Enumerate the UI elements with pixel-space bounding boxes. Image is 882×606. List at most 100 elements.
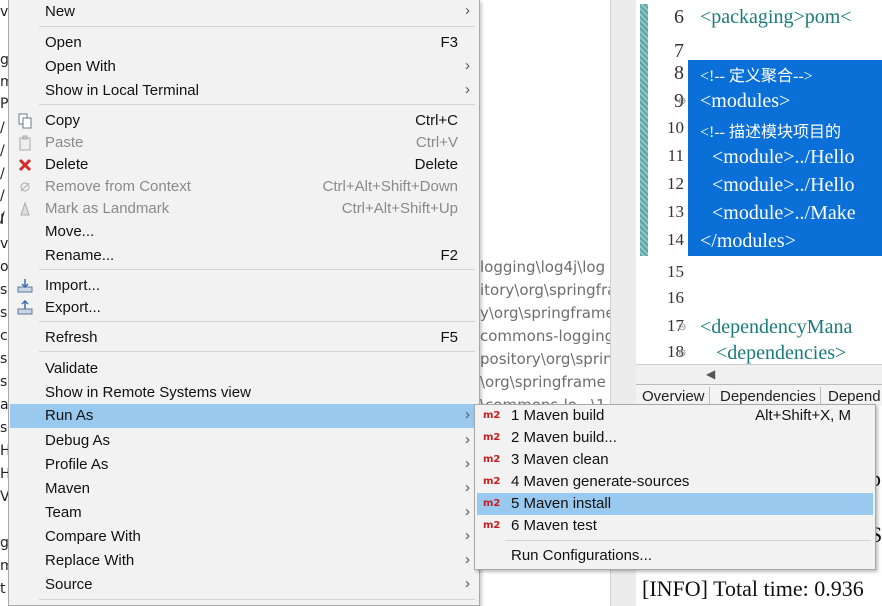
separator [39, 351, 475, 352]
menu-item-maven[interactable]: Maven › [10, 477, 478, 501]
menu-item-team[interactable]: Team › [10, 501, 478, 525]
menu-item-run-as[interactable]: Run As › [10, 404, 478, 428]
explorer-fragment: / [0, 188, 5, 204]
menu-accelerator: F5 [440, 329, 458, 346]
menu-accelerator: Ctrl+C [415, 112, 458, 129]
line-number: 15 [667, 262, 684, 281]
landmark-icon [20, 201, 30, 216]
fold-icon[interactable]: ⊖ [678, 96, 686, 107]
explorer-fragment: / [0, 166, 5, 182]
fold-icon[interactable]: ⊖ [678, 322, 686, 333]
separator [39, 599, 475, 600]
remove-context-icon [20, 182, 30, 192]
menu-label: Profile As [45, 456, 109, 473]
line-number: 10 [667, 118, 684, 137]
path-line: pository\org\spring [480, 350, 610, 368]
path-line: \org\springframe [480, 373, 606, 391]
code-line[interactable]: <packaging>pom< [700, 6, 852, 29]
separator [505, 540, 871, 541]
menu-item-remove-from-context[interactable]: Remove from Context Ctrl+Alt+Shift+Down [10, 175, 478, 199]
code-line[interactable]: <!-- 描述模块项目的 [700, 118, 841, 142]
menu-item-open-with[interactable]: Open With › [10, 55, 478, 79]
menu-accelerator: Ctrl+Alt+Shift+Up [341, 200, 458, 217]
submenu-arrow-icon: › [465, 406, 470, 423]
explorer-fragment: I [0, 212, 5, 228]
menu-item-import[interactable]: Import... [10, 274, 478, 298]
menu-accelerator: Ctrl+Alt+Shift+Down [322, 178, 458, 195]
menu-item-show-in-local-terminal[interactable]: Show in Local Terminal › [10, 79, 478, 103]
menu-item-move[interactable]: Move... [10, 220, 478, 244]
maven-m2-icon: m2 [483, 498, 501, 509]
menu-item-profile-as[interactable]: Profile As › [10, 453, 478, 477]
code-line[interactable]: <dependencies> [716, 342, 846, 365]
menu-label: Paste [45, 134, 84, 151]
separator [39, 26, 475, 27]
menu-label: Open [45, 34, 82, 51]
menu-label: Debug As [45, 432, 111, 449]
explorer-fragment: s [0, 305, 8, 321]
context-menu: New › Open F3 Open With › Show in Local Ter… [8, 0, 480, 606]
maven-m2-icon: m2 [483, 454, 501, 465]
explorer-fragment: t [0, 581, 6, 597]
menu-item-replace-with[interactable]: Replace With › [10, 549, 478, 573]
submenu-item-maven-clean[interactable]: m2 3 Maven clean [477, 449, 873, 471]
menu-item-validate[interactable]: Validate [10, 357, 478, 381]
submenu-item-maven-generate-sources[interactable]: m2 4 Maven generate-sources [477, 471, 873, 493]
line-number: 8 [674, 62, 684, 84]
menu-accelerator: F3 [440, 34, 458, 51]
code-line[interactable]: <module>../Hello [712, 146, 855, 169]
code-line[interactable]: <module>../Hello [712, 174, 855, 197]
code-line[interactable]: </modules> [700, 230, 796, 253]
submenu-label: 3 Maven clean [511, 451, 609, 468]
menu-label: Maven [45, 480, 91, 497]
submenu-label: 4 Maven generate-sources [511, 473, 690, 490]
line-number: 13 [667, 202, 684, 221]
line-number: 14 [667, 230, 684, 249]
submenu-arrow-icon: › [465, 479, 470, 496]
code-line[interactable]: <!-- 定义聚合--> [700, 62, 813, 86]
explorer-fragment: / [0, 143, 5, 159]
menu-item-refresh[interactable]: Refresh F5 [10, 326, 478, 350]
paste-icon [19, 135, 31, 151]
menu-accelerator: Ctrl+V [415, 134, 458, 151]
menu-item-copy[interactable]: Copy Ctrl+C [10, 109, 478, 133]
fold-icon[interactable]: ⊖ [678, 348, 686, 359]
submenu-item-maven-install[interactable]: m2 5 Maven install [477, 493, 873, 515]
menu-item-rename[interactable]: Rename... F2 [10, 244, 478, 268]
maven-m2-icon: m2 [483, 520, 501, 531]
menu-item-new[interactable]: New › [10, 0, 478, 24]
submenu-arrow-icon: › [465, 2, 470, 19]
menu-item-delete[interactable]: Delete Delete [10, 153, 478, 177]
path-line: itory\org\springfra [480, 281, 610, 299]
export-icon [17, 300, 33, 315]
submenu-label: 2 Maven build... [511, 429, 617, 446]
menu-item-show-in-remote-systems[interactable]: Show in Remote Systems view [10, 381, 478, 405]
explorer-fragment: s [0, 420, 8, 436]
menu-item-mark-as-landmark[interactable]: Mark as Landmark Ctrl+Alt+Shift+Up [10, 197, 478, 221]
menu-item-paste[interactable]: Paste Ctrl+V [10, 131, 478, 155]
menu-item-open[interactable]: Open F3 [10, 31, 478, 55]
menu-item-compare-with[interactable]: Compare With › [10, 525, 478, 549]
code-line[interactable]: <module>../Make [712, 202, 856, 225]
menu-item-debug-as[interactable]: Debug As › [10, 429, 478, 453]
pom-editor[interactable]: 6 <packaging>pom< 7 8 <!-- 定义聚合--> 9 ⊖ <… [636, 0, 882, 384]
submenu-item-maven-build-dialog[interactable]: m2 2 Maven build... [477, 427, 873, 449]
menu-label: Compare With [45, 528, 141, 545]
separator [39, 321, 475, 322]
submenu-item-maven-test[interactable]: m2 6 Maven test [477, 515, 873, 537]
submenu-item-maven-build[interactable]: m2 1 Maven build Alt+Shift+X, M [477, 405, 873, 427]
menu-label: Import... [45, 277, 101, 294]
line-number: 7 [674, 40, 684, 62]
menu-label: Mark as Landmark [45, 200, 170, 217]
code-line[interactable]: <modules> [700, 90, 790, 113]
submenu-item-run-configurations[interactable]: Run Configurations... [477, 545, 873, 567]
console-text: [INFO] Total time: 0.936 [642, 576, 864, 601]
menu-item-export[interactable]: Export... [10, 296, 478, 320]
code-line[interactable]: <dependencyMana [700, 316, 852, 339]
horizontal-scrollbar[interactable]: ◀ [636, 364, 882, 385]
explorer-fragment: s [0, 282, 8, 298]
submenu-arrow-icon: › [465, 57, 470, 74]
menu-item-source[interactable]: Source › [10, 573, 478, 597]
scroll-left-icon[interactable]: ◀ [706, 367, 715, 381]
delete-icon [18, 158, 32, 172]
